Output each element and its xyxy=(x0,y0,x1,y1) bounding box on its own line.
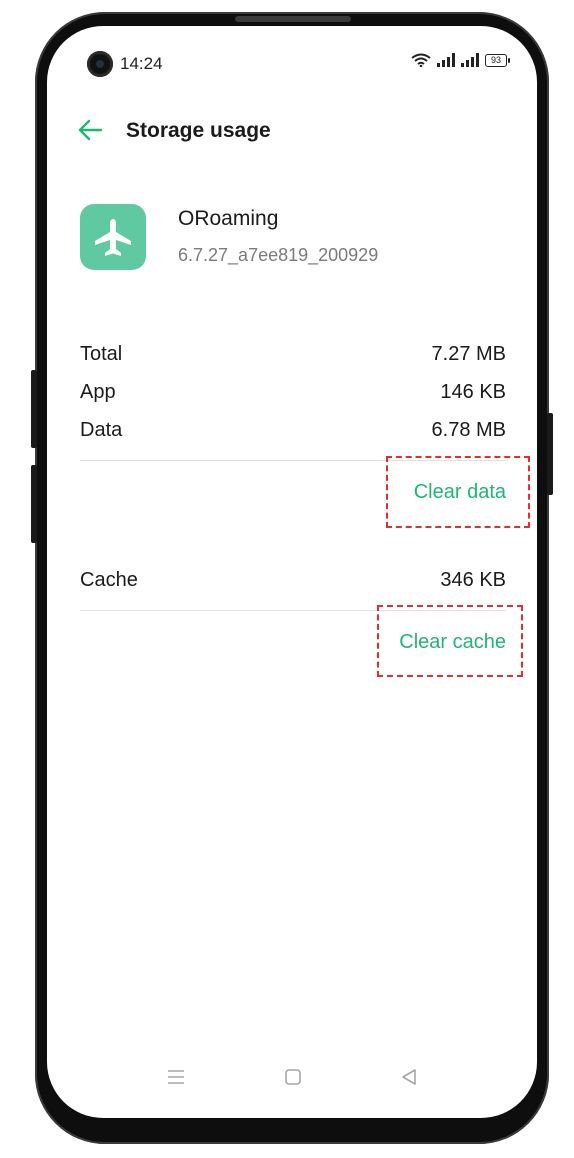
front-camera xyxy=(87,51,113,77)
battery-icon: 93 xyxy=(485,53,510,67)
menu-icon xyxy=(168,1070,184,1084)
status-icons: 93 xyxy=(411,53,510,67)
navigation-bar xyxy=(47,1068,537,1098)
app-icon xyxy=(80,204,146,270)
row-value: 7.27 MB xyxy=(431,342,506,365)
storage-row-data: Data 6.78 MB xyxy=(80,415,506,445)
signal-icon xyxy=(461,53,479,67)
row-label: App xyxy=(80,380,116,403)
wifi-icon xyxy=(411,53,431,67)
battery-level: 93 xyxy=(490,54,501,65)
page-title: Storage usage xyxy=(126,119,271,142)
nav-back-button[interactable] xyxy=(400,1068,418,1091)
airplane-icon xyxy=(95,219,131,256)
volume-down-button xyxy=(31,465,37,543)
storage-row-app: App 146 KB xyxy=(80,377,506,407)
back-triangle-icon xyxy=(402,1069,416,1085)
nav-menu-button[interactable] xyxy=(167,1068,185,1091)
row-value: 146 KB xyxy=(440,380,506,403)
power-button xyxy=(547,413,553,495)
clear-cache-button[interactable]: Clear cache xyxy=(399,631,506,654)
storage-row-total: Total 7.27 MB xyxy=(80,339,506,369)
back-button[interactable] xyxy=(76,117,104,143)
row-label: Total xyxy=(80,342,123,365)
status-time: 14:24 xyxy=(120,54,163,73)
cache-label: Cache xyxy=(80,568,138,591)
arrow-left-icon xyxy=(78,119,103,141)
home-icon xyxy=(285,1069,301,1085)
cache-value: 346 KB xyxy=(440,568,506,591)
nav-home-button[interactable] xyxy=(284,1068,302,1091)
clear-data-button[interactable]: Clear data xyxy=(414,481,506,504)
screen: 14:24 93 Storage usage ORoaming 6.7.27_a… xyxy=(47,26,537,1118)
volume-up-button xyxy=(31,370,37,448)
speaker-slot xyxy=(235,16,351,22)
app-name: ORoaming xyxy=(178,207,279,230)
row-label: Data xyxy=(80,418,123,441)
app-version: 6.7.27_a7ee819_200929 xyxy=(178,245,379,265)
row-value: 6.78 MB xyxy=(431,418,506,441)
signal-icon xyxy=(437,53,455,67)
cache-row: Cache 346 KB xyxy=(80,565,506,595)
